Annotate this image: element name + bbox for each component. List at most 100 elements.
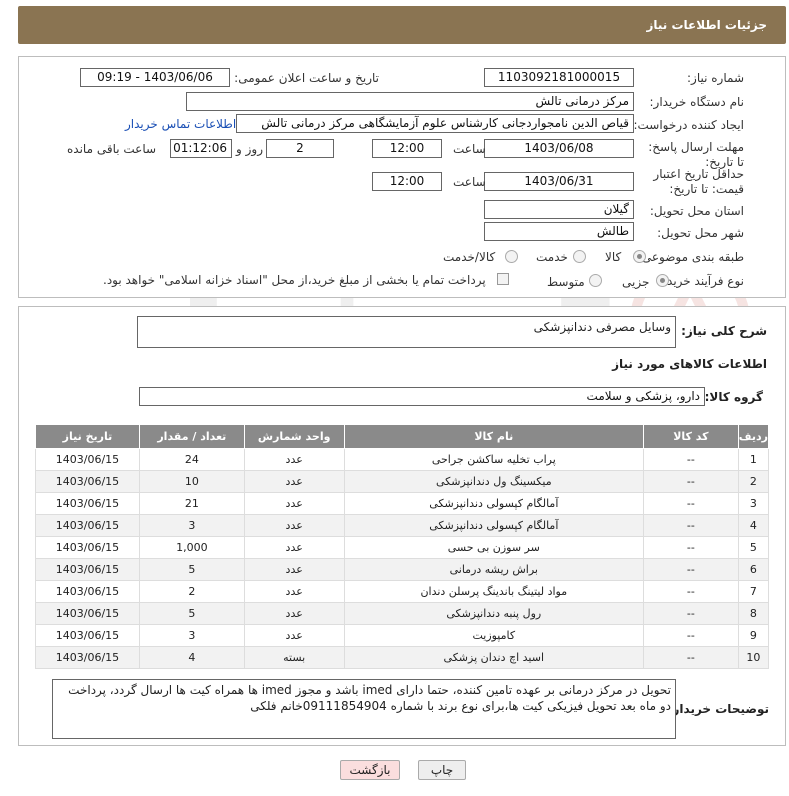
cell-quantity: 10 bbox=[138, 470, 245, 493]
cell-unit: عدد bbox=[243, 558, 345, 581]
deadline-date-field: 1403/06/08 bbox=[484, 139, 634, 158]
table-row: 8 -- رول پنبه دندانپزشکی عدد 5 1403/06/15 bbox=[35, 602, 770, 625]
buyer-contact-link[interactable]: اطلاعات تماس خریدار bbox=[125, 117, 236, 131]
cell-need-date: 1403/06/15 bbox=[35, 514, 140, 537]
cell-quantity: 21 bbox=[138, 492, 245, 515]
table-row: 6 -- براش ریشه درمانی عدد 5 1403/06/15 bbox=[35, 558, 770, 581]
cell-unit: عدد bbox=[243, 580, 345, 603]
buyer-org-label: نام دستگاه خریدار: bbox=[649, 95, 745, 109]
announce-label: تاریخ و ساعت اعلان عمومی: bbox=[234, 71, 379, 85]
purchase-minor-label: جزیی bbox=[622, 275, 650, 289]
validity-time-label: ساعت bbox=[453, 175, 486, 189]
cell-unit: عدد bbox=[243, 536, 345, 559]
cell-item-name: سر سوزن بی حسی bbox=[343, 536, 644, 559]
cell-quantity: 2 bbox=[138, 580, 245, 603]
cell-item-name: آمالگام کپسولی دندانپزشکی bbox=[343, 492, 644, 515]
category-goods-radio[interactable] bbox=[633, 250, 646, 263]
cell-row-number: 1 bbox=[737, 448, 770, 471]
cell-item-name: مواد لیتینگ باندینگ پرسلن دندان bbox=[343, 580, 644, 603]
treasury-payment-checkbox[interactable] bbox=[497, 273, 509, 285]
cell-row-number: 9 bbox=[737, 624, 770, 647]
goods-info-title: اطلاعات کالاهای مورد نیاز bbox=[612, 357, 767, 371]
table-row: 2 -- میکسینگ ول دندانپزشکی عدد 10 1403/06/15 bbox=[35, 470, 770, 493]
cell-row-number: 10 bbox=[737, 646, 770, 669]
cell-item-name: براش ریشه درمانی bbox=[343, 558, 644, 581]
cell-item-code: -- bbox=[642, 492, 739, 515]
table-row: 1 -- پراب تخلیه ساکشن جراحی عدد 24 1403/06/15 bbox=[35, 448, 770, 471]
cell-item-code: -- bbox=[642, 470, 739, 493]
cell-quantity: 4 bbox=[138, 646, 245, 669]
days-field: 2 bbox=[266, 139, 334, 158]
col-row-number: ردیف bbox=[737, 424, 770, 449]
summary-textarea[interactable]: وسایل مصرفی دندانپزشکی bbox=[137, 316, 676, 348]
col-item-code: کد کالا bbox=[642, 424, 739, 449]
cell-row-number: 5 bbox=[737, 536, 770, 559]
days-label: روز و bbox=[236, 142, 263, 156]
purchase-minor-radio[interactable] bbox=[656, 274, 669, 287]
cell-need-date: 1403/06/15 bbox=[35, 580, 140, 603]
table-row: 4 -- آمالگام کپسولی دندانپزشکی عدد 3 1403/06/… bbox=[35, 514, 770, 537]
province-label: استان محل تحویل: bbox=[649, 204, 744, 218]
purchase-medium-label: متوسط bbox=[547, 275, 585, 289]
need-number-label: شماره نیاز: bbox=[687, 71, 744, 85]
cell-item-code: -- bbox=[642, 602, 739, 625]
col-item-name: نام کالا bbox=[343, 424, 644, 449]
cell-item-code: -- bbox=[642, 646, 739, 669]
remaining-label: ساعت باقی مانده bbox=[67, 142, 157, 156]
print-button[interactable]: چاپ bbox=[418, 760, 466, 780]
cell-need-date: 1403/06/15 bbox=[35, 602, 140, 625]
table-header-row: ردیف کد کالا نام کالا واحد شمارش تعداد /… bbox=[35, 424, 770, 449]
back-button[interactable]: بازگشت bbox=[340, 760, 400, 780]
buyer-notes-label: توضیحات خریدار: bbox=[667, 702, 769, 716]
cell-quantity: 5 bbox=[138, 558, 245, 581]
cell-need-date: 1403/06/15 bbox=[35, 470, 140, 493]
category-service-radio[interactable] bbox=[573, 250, 586, 263]
col-need-date: تاریخ نیاز bbox=[35, 424, 140, 449]
category-goods-label: کالا bbox=[605, 250, 622, 264]
validity-date-field: 1403/06/31 bbox=[484, 172, 634, 191]
cell-item-code: -- bbox=[642, 558, 739, 581]
category-label: طبقه بندی موضوعی: bbox=[637, 250, 744, 264]
deadline-label: مهلت ارسال پاسخ: تا تاریخ: bbox=[648, 140, 744, 169]
category-service-label: خدمت bbox=[536, 250, 568, 264]
cell-item-name: کامپوزیت bbox=[343, 624, 644, 647]
cell-item-code: -- bbox=[642, 624, 739, 647]
col-unit: واحد شمارش bbox=[243, 424, 345, 449]
cell-need-date: 1403/06/15 bbox=[35, 646, 140, 669]
cell-item-name: پراب تخلیه ساکشن جراحی bbox=[343, 448, 644, 471]
cell-item-name: آمالگام کپسولی دندانپزشکی bbox=[343, 514, 644, 537]
goods-group-field: دارو، پزشکی و سلامت bbox=[139, 387, 705, 406]
buyer-notes-textarea[interactable]: تحویل در مرکز درمانی بر عهده تامین کننده… bbox=[52, 679, 676, 739]
cell-row-number: 6 bbox=[737, 558, 770, 581]
table-row: 10 -- اسید اچ دندان پزشکی بسته 4 1403/06/15 bbox=[35, 646, 770, 669]
treasury-payment-note: پرداخت تمام یا بخشی از مبلغ خرید،از محل … bbox=[103, 273, 486, 287]
cell-row-number: 7 bbox=[737, 580, 770, 603]
cell-unit: عدد bbox=[243, 624, 345, 647]
goods-group-label: گروه کالا: bbox=[704, 390, 763, 404]
province-field: گیلان bbox=[484, 200, 634, 219]
cell-unit: عدد bbox=[243, 514, 345, 537]
goods-table: ردیف کد کالا نام کالا واحد شمارش تعداد /… bbox=[35, 424, 770, 669]
col-quantity: تعداد / مقدار bbox=[138, 424, 245, 449]
category-both-radio[interactable] bbox=[505, 250, 518, 263]
validity-label: حداقل تاریخ اعتبار قیمت: تا تاریخ: bbox=[653, 167, 744, 196]
category-both-label: کالا/خدمت bbox=[443, 250, 496, 264]
cell-item-code: -- bbox=[642, 580, 739, 603]
cell-unit: بسته bbox=[243, 646, 345, 669]
cell-row-number: 3 bbox=[737, 492, 770, 515]
cell-row-number: 2 bbox=[737, 470, 770, 493]
city-label: شهر محل تحویل: bbox=[657, 226, 744, 240]
cell-quantity: 5 bbox=[138, 602, 245, 625]
cell-need-date: 1403/06/15 bbox=[35, 558, 140, 581]
purchase-medium-radio[interactable] bbox=[589, 274, 602, 287]
cell-unit: عدد bbox=[243, 448, 345, 471]
cell-quantity: 1,000 bbox=[138, 536, 245, 559]
cell-quantity: 3 bbox=[138, 514, 245, 537]
deadline-time-label: ساعت bbox=[453, 142, 486, 156]
cell-need-date: 1403/06/15 bbox=[35, 624, 140, 647]
creator-label: ایجاد کننده درخواست: bbox=[633, 118, 744, 132]
table-row: 9 -- کامپوزیت عدد 3 1403/06/15 bbox=[35, 624, 770, 647]
cell-quantity: 3 bbox=[138, 624, 245, 647]
cell-item-code: -- bbox=[642, 536, 739, 559]
cell-row-number: 8 bbox=[737, 602, 770, 625]
